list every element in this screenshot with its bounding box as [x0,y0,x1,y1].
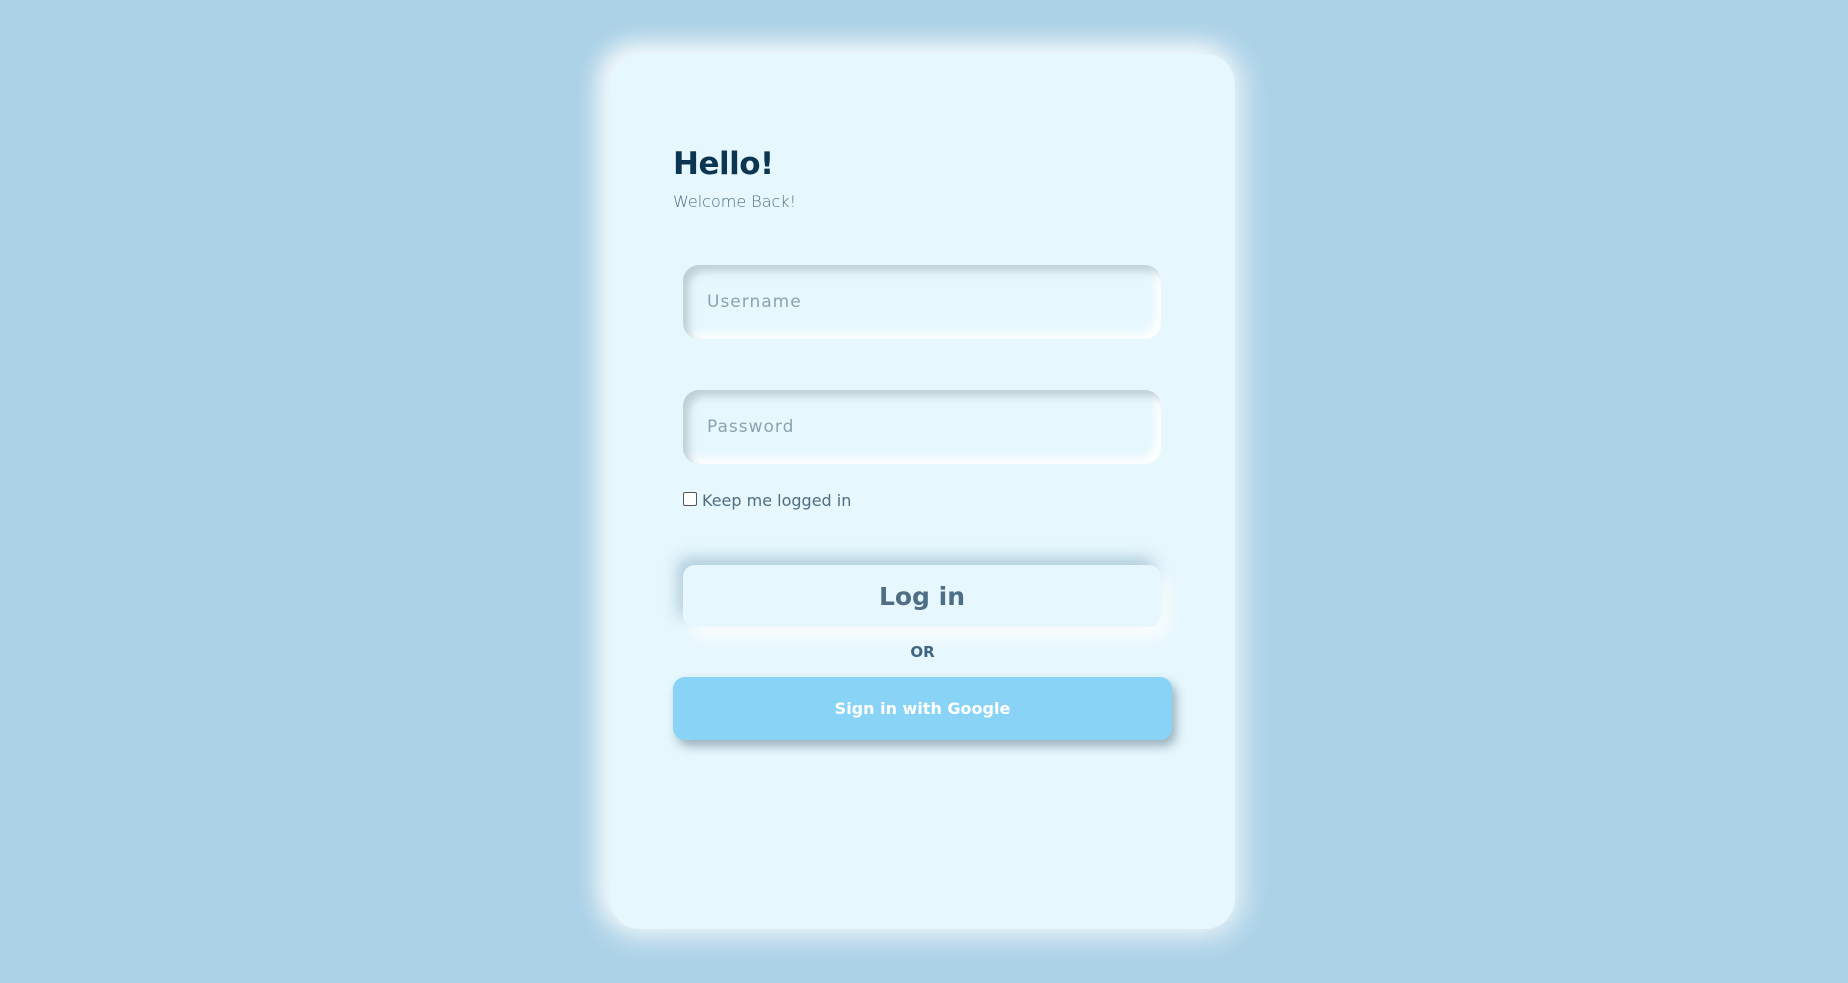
remember-me-label: Keep me logged in [702,491,852,510]
or-divider: OR [910,643,935,661]
google-signin-button[interactable]: Sign in with Google [673,677,1172,740]
password-input[interactable] [683,390,1161,464]
login-page: Hello! Welcome Back! Keep me logged in L… [0,0,1848,983]
login-card: Hello! Welcome Back! Keep me logged in L… [610,54,1235,929]
page-subtitle: Welcome Back! [673,192,797,211]
page-title: Hello! [673,146,774,182]
username-input[interactable] [683,265,1161,339]
remember-me-checkbox[interactable] [683,491,697,506]
remember-me: Keep me logged in [683,491,851,510]
login-button[interactable]: Log in [683,565,1161,627]
